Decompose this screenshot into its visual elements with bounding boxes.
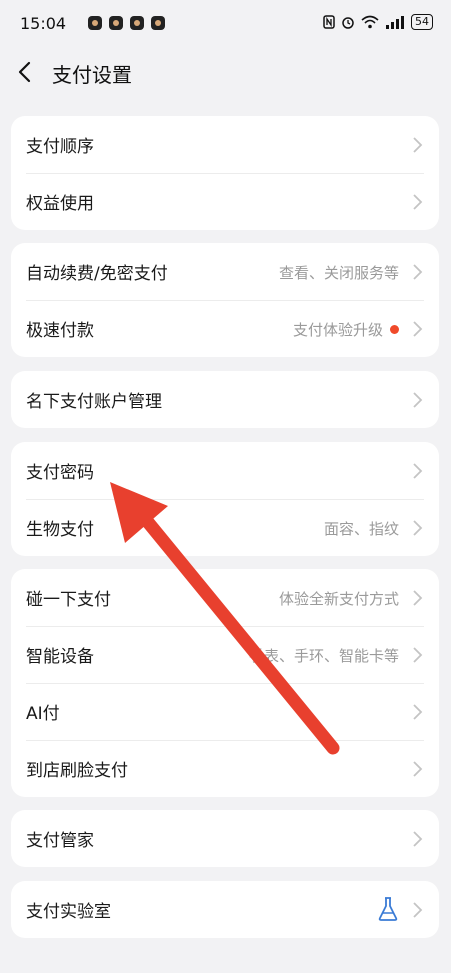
status-time: 15:04 — [20, 14, 67, 33]
item-label: 极速付款 — [26, 321, 94, 341]
chevron-right-icon — [413, 704, 423, 720]
flask-icon — [378, 897, 398, 921]
chevron-right-icon — [413, 902, 423, 918]
item-label: 支付实验室 — [26, 902, 111, 922]
settings-group: 支付顺序 权益使用 — [11, 116, 439, 230]
list-item-payment-butler[interactable]: 支付管家 — [11, 810, 439, 867]
item-hint: 查看、关闭服务等 — [278, 264, 399, 282]
page-title: 支付设置 — [52, 63, 132, 87]
settings-group: 碰一下支付 体验全新支付方式 智能设备 手表、手环、智能卡等 AI付 到店刷脸支… — [11, 569, 439, 797]
item-label: 到店刷脸支付 — [26, 761, 128, 781]
item-label: 名下支付账户管理 — [26, 392, 162, 412]
status-indicators: 54 — [323, 14, 433, 30]
item-label: 权益使用 — [26, 194, 94, 214]
item-label: 支付管家 — [26, 831, 94, 851]
settings-group: 自动续费/免密支付 查看、关闭服务等 极速付款 支付体验升级 — [11, 243, 439, 357]
chevron-right-icon — [413, 647, 423, 663]
list-item-payment-lab[interactable]: 支付实验室 — [11, 881, 439, 938]
battery-indicator: 54 — [411, 14, 433, 30]
chevron-right-icon — [413, 392, 423, 408]
app-notification-icon — [130, 16, 144, 30]
chevron-right-icon — [413, 194, 423, 210]
chevron-right-icon — [413, 520, 423, 536]
item-label: 智能设备 — [26, 647, 94, 667]
item-label: 碰一下支付 — [26, 590, 111, 610]
page-header: 支付设置 — [0, 48, 451, 100]
app-notification-icon — [151, 16, 165, 30]
chevron-right-icon — [413, 137, 423, 153]
app-notification-icon — [88, 16, 102, 30]
list-item-tap-to-pay[interactable]: 碰一下支付 体验全新支付方式 — [11, 569, 439, 626]
list-item-smart-devices[interactable]: 智能设备 手表、手环、智能卡等 — [11, 626, 439, 683]
list-item-benefits[interactable]: 权益使用 — [11, 173, 439, 230]
list-item-biometric-pay[interactable]: 生物支付 面容、指纹 — [11, 499, 439, 556]
settings-group: 名下支付账户管理 — [11, 371, 439, 428]
wifi-icon — [361, 15, 379, 29]
red-dot-badge — [390, 325, 399, 334]
item-hint: 手表、手环、智能卡等 — [248, 647, 399, 665]
app-notification-icon — [109, 16, 123, 30]
chevron-right-icon — [413, 761, 423, 777]
chevron-right-icon — [413, 463, 423, 479]
item-label: AI付 — [26, 704, 60, 724]
settings-group: 支付实验室 — [11, 881, 439, 938]
chevron-right-icon — [413, 264, 423, 280]
item-label: 支付顺序 — [26, 137, 94, 157]
status-bar: 15:04 54 — [0, 0, 451, 48]
chevron-left-icon[interactable] — [14, 60, 38, 84]
item-label: 自动续费/免密支付 — [26, 264, 168, 284]
item-label: 生物支付 — [26, 520, 94, 540]
item-hint: 体验全新支付方式 — [278, 590, 399, 608]
list-item-fast-pay[interactable]: 极速付款 支付体验升级 — [11, 300, 439, 357]
signal-icon — [386, 16, 404, 29]
list-item-face-pay[interactable]: 到店刷脸支付 — [11, 740, 439, 797]
chevron-right-icon — [413, 321, 423, 337]
list-item-account-management[interactable]: 名下支付账户管理 — [11, 371, 439, 428]
list-item-payment-password[interactable]: 支付密码 — [11, 442, 439, 499]
item-hint: 面容、指纹 — [323, 520, 399, 538]
chevron-right-icon — [413, 590, 423, 606]
item-label: 支付密码 — [26, 463, 94, 483]
alarm-icon — [342, 17, 354, 29]
settings-group: 支付管家 — [11, 810, 439, 867]
list-item-auto-renew[interactable]: 自动续费/免密支付 查看、关闭服务等 — [11, 243, 439, 300]
notification-icons — [88, 16, 165, 30]
list-item-ai-pay[interactable]: AI付 — [11, 683, 439, 740]
settings-group: 支付密码 生物支付 面容、指纹 — [11, 442, 439, 556]
item-hint: 支付体验升级 — [292, 321, 383, 339]
chevron-right-icon — [413, 831, 423, 847]
nfc-icon — [323, 15, 335, 29]
list-item-payment-order[interactable]: 支付顺序 — [11, 116, 439, 173]
